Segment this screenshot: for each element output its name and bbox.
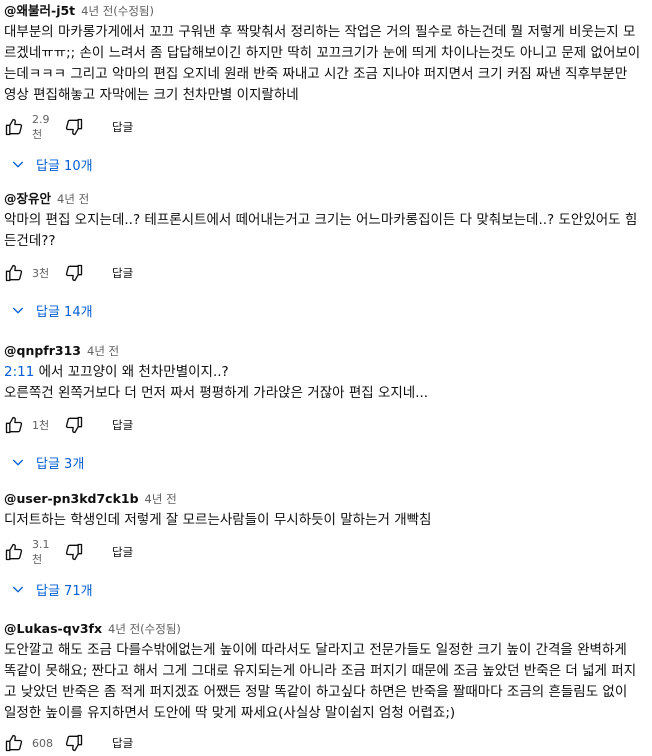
comment-actions: 2.9천 답글 <box>4 112 648 141</box>
like-count: 3천 <box>32 267 50 280</box>
comment-header: @qnpfr313 4년 전 <box>4 342 648 360</box>
comment-text: 도안깔고 해도 조금 다를수밖에없는게 높이에 따라서도 달라지고 전문가들도 … <box>4 640 648 724</box>
comment-author[interactable]: @왜불러-j5t <box>4 3 75 18</box>
comment-time[interactable]: 4년 전 <box>145 492 177 506</box>
thumbs-up-icon[interactable] <box>4 415 24 435</box>
replies-label: 답글 14개 <box>36 304 93 320</box>
comment-2: @장유안 4년 전 악마의 편집 오지는데..? 테프론시트에서 떼어내는거고 크… <box>4 190 648 322</box>
comment-author[interactable]: @장유안 <box>4 191 51 206</box>
comment-line: 는데ㅋㅋㅋ 그리고 악마의 편집 오지네 원래 반죽 짜내고 시간 조금 지나야… <box>4 66 628 82</box>
comment-author[interactable]: @user-pn3kd7ck1b <box>4 491 139 506</box>
replies-label: 답글 10개 <box>36 158 93 174</box>
comment-header: @user-pn3kd7ck1b 4년 전 <box>4 490 648 508</box>
comment-line: 2:11 에서 꼬끄양이 왜 천차만별이지..? <box>4 362 648 383</box>
comment-5: @Lukas-qv3fx 4년 전(수정됨) 도안깔고 해도 조금 다를수밖에없는… <box>4 620 648 756</box>
timestamp-link[interactable]: 2:11 <box>4 364 34 380</box>
comment-time[interactable]: 4년 전 <box>87 344 119 358</box>
view-replies-button[interactable]: 답글 3개 <box>10 450 648 474</box>
comment-line: 똑같이 못해요; 짠다고 해서 그게 그대로 유지되는게 아니라 조금 퍼지기 … <box>4 663 637 679</box>
comment-actions: 3천 답글 <box>4 260 648 286</box>
comment-actions: 608 답글 <box>4 730 648 756</box>
comment-line: 영상 편집해놓고 자막에는 크기 천차만별 이지랄하네 <box>4 87 299 103</box>
like-count: 2.9천 <box>32 112 50 141</box>
comment-author[interactable]: @qnpfr313 <box>4 343 81 358</box>
thumbs-up-icon[interactable] <box>4 542 24 562</box>
reply-button[interactable]: 답글 <box>112 265 133 281</box>
thumbs-up-icon[interactable] <box>4 117 24 137</box>
comment-actions: 3.1천 답글 <box>4 537 648 566</box>
replies-label: 답글 71개 <box>36 583 93 599</box>
like-count: 608 <box>32 736 53 750</box>
comment-1: @왜불러-j5t 4년 전(수정됨) 대부분의 마카롱가게에서 꼬끄 구워낸 후 … <box>4 2 648 176</box>
comment-line: 일정한 높이를 유지하면서 도안에 딱 맞게 짜세요(사실상 말이쉽지 엄청 어… <box>4 705 456 721</box>
comment-line: 대부분의 마카롱가게에서 꼬끄 구워낸 후 짝맞춰서 정리하는 작업은 거의 필… <box>4 24 636 40</box>
like-count: 1천 <box>32 419 50 432</box>
view-replies-button[interactable]: 답글 14개 <box>10 298 648 322</box>
comment-time[interactable]: 4년 전(수정됨) <box>81 4 154 18</box>
comment-line-rest: 에서 꼬끄양이 왜 천차만별이지..? <box>34 364 229 380</box>
reply-button[interactable]: 답글 <box>112 119 133 135</box>
like-count: 3.1천 <box>32 537 50 566</box>
comment-line: 디저트하는 학생인데 저렇게 잘 모르는사람들이 무시하듯이 말하는거 개빡침 <box>4 512 432 528</box>
comment-text: 디저트하는 학생인데 저렇게 잘 모르는사람들이 무시하듯이 말하는거 개빡침 <box>4 510 648 531</box>
comment-line: 든건데?? <box>4 233 56 249</box>
chevron-down-icon <box>10 454 26 470</box>
reply-button[interactable]: 답글 <box>112 544 133 560</box>
chevron-down-icon <box>10 581 26 597</box>
thumbs-down-icon[interactable] <box>64 263 84 283</box>
comment-line: 고 낮았던 반죽은 좀 적게 퍼지겠죠 어쨌든 정말 똑같이 하고싶다 하면은 … <box>4 684 628 700</box>
view-replies-button[interactable]: 답글 71개 <box>10 577 648 601</box>
comment-header: @왜불러-j5t 4년 전(수정됨) <box>4 2 648 20</box>
comment-header: @장유안 4년 전 <box>4 190 648 208</box>
replies-label: 답글 3개 <box>36 456 85 472</box>
comment-text: 2:11 에서 꼬끄양이 왜 천차만별이지..? 오른쪽건 왼쪽거보다 더 먼저… <box>4 362 648 404</box>
comment-actions: 1천 답글 <box>4 412 648 438</box>
comment-text: 악마의 편집 오지는데..? 테프론시트에서 떼어내는거고 크기는 어느마카롱집… <box>4 210 648 252</box>
comment-line: 오른쪽건 왼쪽거보다 더 먼저 짜서 평평하게 가라앉은 거잖아 편집 오지네.… <box>4 385 429 401</box>
chevron-down-icon <box>10 156 26 172</box>
comment-time[interactable]: 4년 전 <box>57 192 89 206</box>
thumbs-down-icon[interactable] <box>64 415 84 435</box>
comment-3: @qnpfr313 4년 전 2:11 에서 꼬끄양이 왜 천차만별이지..? 오… <box>4 342 648 474</box>
comment-author[interactable]: @Lukas-qv3fx <box>4 621 102 636</box>
thumbs-down-icon[interactable] <box>64 733 84 753</box>
thumbs-up-icon[interactable] <box>4 263 24 283</box>
chevron-down-icon <box>10 302 26 318</box>
comment-4: @user-pn3kd7ck1b 4년 전 디저트하는 학생인데 저렇게 잘 모르… <box>4 490 648 601</box>
comment-text: 대부분의 마카롱가게에서 꼬끄 구워낸 후 짝맞춰서 정리하는 작업은 거의 필… <box>4 22 648 106</box>
thumbs-up-icon[interactable] <box>4 733 24 753</box>
thumbs-down-icon[interactable] <box>64 117 84 137</box>
comment-header: @Lukas-qv3fx 4년 전(수정됨) <box>4 620 648 638</box>
comment-line: 도안깔고 해도 조금 다를수밖에없는게 높이에 따라서도 달라지고 전문가들도 … <box>4 642 627 658</box>
view-replies-button[interactable]: 답글 10개 <box>10 152 648 176</box>
comment-line: 르겠네ㅠㅠ;; 손이 느려서 좀 답답해보이긴 하지만 딱히 꼬끄크기가 눈에 … <box>4 45 641 61</box>
comment-line: 악마의 편집 오지는데..? 테프론시트에서 떼어내는거고 크기는 어느마카롱집… <box>4 212 638 228</box>
reply-button[interactable]: 답글 <box>112 417 133 433</box>
thumbs-down-icon[interactable] <box>64 542 84 562</box>
comment-time[interactable]: 4년 전(수정됨) <box>108 622 181 636</box>
